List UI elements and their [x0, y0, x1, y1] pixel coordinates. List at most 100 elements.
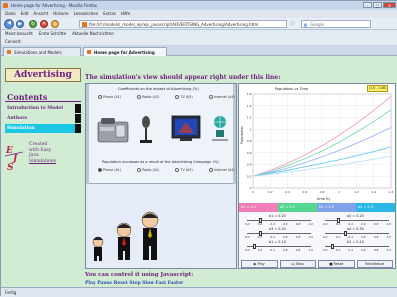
- javascript-heading: You can control it using Javascript:: [85, 272, 194, 278]
- nav-marker: [75, 104, 81, 113]
- view-heading: The simulation's view should appear righ…: [85, 74, 281, 81]
- slider-a2[interactable]: a2 = 0.20 0.0 0.2 0.4 0.6 0.8 1.0: [319, 214, 394, 226]
- menu-item[interactable]: Hilfe: [121, 10, 130, 18]
- tab-icon: [7, 50, 11, 54]
- nav-introduction[interactable]: Introduction to Model: [5, 104, 75, 113]
- simulation-panel: Population vs Time (1.6 , 1.46) Populati…: [238, 83, 396, 269]
- chart-y-tick: 0.8: [247, 139, 252, 143]
- tab-label: Simulations and Models: [14, 50, 62, 55]
- home-icon[interactable]: ⌂: [51, 20, 59, 28]
- ejs-text-line: Simulations: [29, 158, 56, 164]
- advertising-panel: Coefficients on the impact of Advertisin…: [85, 83, 237, 269]
- address-bar[interactable]: file:///I:/models/_model_ejs/ejs_javascr…: [79, 20, 287, 28]
- bookmark-item[interactable]: Erste Schritte: [39, 30, 66, 38]
- slider-b2[interactable]: b2 = 0.10 0.0 0.2 0.4 0.6 0.8 1.0: [319, 240, 394, 252]
- slider-track[interactable]: [325, 220, 389, 221]
- slider-track[interactable]: [247, 246, 311, 247]
- chart-title: Population vs Time: [275, 87, 309, 91]
- nav-marker: [75, 114, 81, 123]
- menu-item[interactable]: Edit: [21, 10, 29, 18]
- reset-button[interactable]: ■ Reset: [318, 260, 355, 268]
- menu-item[interactable]: Extras: [103, 10, 116, 18]
- slider-label: b1 = 0.10: [269, 240, 286, 244]
- slider-label: a4 = 0.30: [347, 227, 364, 231]
- menu-item[interactable]: Ansicht: [33, 10, 48, 18]
- minimize-button[interactable]: –: [363, 2, 372, 8]
- slider-track[interactable]: [325, 233, 389, 234]
- nav-authors[interactable]: Authors: [5, 114, 75, 123]
- slider-a4[interactable]: a4 = 0.30 0.0 0.2 0.4 0.6 0.8 1.0: [319, 227, 394, 239]
- radio-group-bottom: Phone (A1) Radio (A2) TV (A3) Internet (…: [98, 168, 235, 172]
- javascript-links[interactable]: Play Pause Reset Step Slow Fast Faster: [85, 281, 183, 286]
- chart-x-tick: 1.6: [389, 190, 394, 194]
- chart-y-tick: 0: [250, 186, 252, 190]
- svg-text:S: S: [7, 163, 14, 172]
- bookmark-star-icon[interactable]: ☆: [290, 20, 295, 28]
- page-content: Advertising Contents Introduction to Mod…: [1, 56, 397, 287]
- population-caption: Population increases as a result of the …: [102, 160, 219, 164]
- radio-phone[interactable]: Phone (A1): [98, 168, 121, 172]
- bookmark-item[interactable]: Meist besucht: [5, 30, 33, 38]
- slider-label: a2 = 0.20: [347, 214, 364, 218]
- coordinates-readout: (1.6 , 1.46): [367, 85, 389, 92]
- search-input[interactable]: g Google: [301, 20, 371, 28]
- convert-button[interactable]: Convert: [5, 39, 21, 44]
- radio-radio[interactable]: Radio (A2): [137, 95, 159, 99]
- ejs-logo[interactable]: E J S: [4, 144, 25, 173]
- play-icon: ▶: [253, 261, 257, 266]
- slider-b1[interactable]: b1 = 0.10 0.0 0.2 0.4 0.6 0.8 1.0: [241, 240, 316, 252]
- ejs-caption[interactable]: Created with Easy Java Simulations: [29, 142, 79, 164]
- menu-item[interactable]: Lesezeichen: [74, 10, 99, 18]
- tab-advertising[interactable]: Home page for Advertising: [83, 47, 167, 56]
- slider-track[interactable]: [247, 220, 311, 221]
- step-button[interactable]: ▸| Step: [279, 260, 316, 268]
- command-bar: Convert: [1, 38, 397, 45]
- slider-track[interactable]: [325, 246, 389, 247]
- bookmark-item[interactable]: Aktuelle Nachrichten: [72, 30, 114, 38]
- menu-item[interactable]: Historie: [53, 10, 68, 18]
- tab-label: Home page for Advertising: [94, 50, 155, 55]
- play-button[interactable]: ▶ Play: [241, 260, 278, 268]
- slider-a3[interactable]: a3 = 0.20 0.0 0.2 0.4 0.6 0.8 1.0: [241, 227, 316, 239]
- nav-marker: [75, 124, 81, 133]
- reload-icon[interactable]: ↻: [29, 20, 37, 28]
- back-icon[interactable]: ◀: [4, 19, 14, 29]
- address-text: file:///I:/models/_model_ejs/ejs_javascr…: [89, 22, 259, 27]
- slider-row: b1 = 0.10 0.0 0.2 0.4 0.6 0.8 1.0 b2 = 0.10 0…: [239, 240, 395, 252]
- slider-label: a1 = 0.20: [269, 214, 286, 218]
- radio-radio[interactable]: Radio (A2): [137, 168, 159, 172]
- population-chart[interactable]: Population vs Time (1.6 , 1.46) Populati…: [239, 84, 395, 202]
- forward-icon[interactable]: ▶: [16, 20, 24, 28]
- radio-tv[interactable]: TV (A3): [175, 95, 193, 99]
- chart-y-tick: 1.4: [247, 104, 252, 108]
- radio-phone[interactable]: Phone (A1): [98, 95, 121, 99]
- radio-tv[interactable]: TV (A3): [175, 168, 193, 172]
- radio-internet[interactable]: Internet (A4): [208, 168, 235, 172]
- menu-item[interactable]: Datei: [5, 10, 16, 18]
- slider-a1[interactable]: a1 = 0.20 0.0 0.2 0.4 0.6 0.8 1.0: [241, 214, 316, 226]
- slider-label: a3 = 0.20: [269, 227, 286, 231]
- chart-y-tick: 0.6: [247, 151, 252, 155]
- title-bar: Home page for Advertising - Mozilla Fire…: [1, 1, 397, 10]
- slider-track[interactable]: [247, 233, 311, 234]
- tab-bar: Simulations and Models Home page for Adv…: [1, 45, 397, 56]
- close-button[interactable]: ✕: [383, 2, 396, 8]
- slider-row: a3 = 0.20 0.0 0.2 0.4 0.6 0.8 1.0 a4 = 0.30 0…: [239, 227, 395, 239]
- tab-icon: [87, 50, 91, 54]
- chart-x-tick: 0.4: [285, 190, 290, 194]
- stop-icon[interactable]: ✕: [40, 20, 48, 28]
- internet-icon: [212, 116, 228, 141]
- maximize-button[interactable]: ▢: [373, 2, 382, 8]
- page-icon: [82, 22, 87, 27]
- nav-simulation[interactable]: Simulation: [5, 124, 75, 133]
- radio-group-top: Phone (A1) Radio (A2) TV (A3) Internet (…: [98, 95, 235, 99]
- radio-internet[interactable]: Internet (A4): [208, 95, 235, 99]
- population-panel: [86, 184, 236, 268]
- chart-xlabel: time (t): [317, 197, 331, 201]
- coefficient-bar-a3: a3 = 0.2: [317, 203, 356, 212]
- reinitialize-button[interactable]: Reinitialize: [356, 260, 393, 268]
- chart-x-tick: 0.6: [302, 190, 307, 194]
- search-placeholder: Google: [310, 22, 325, 27]
- slider-row: a1 = 0.20 0.0 0.2 0.4 0.6 0.8 1.0 a2 = 0.20 0…: [239, 214, 395, 226]
- tab-simulations[interactable]: Simulations and Models: [3, 47, 81, 56]
